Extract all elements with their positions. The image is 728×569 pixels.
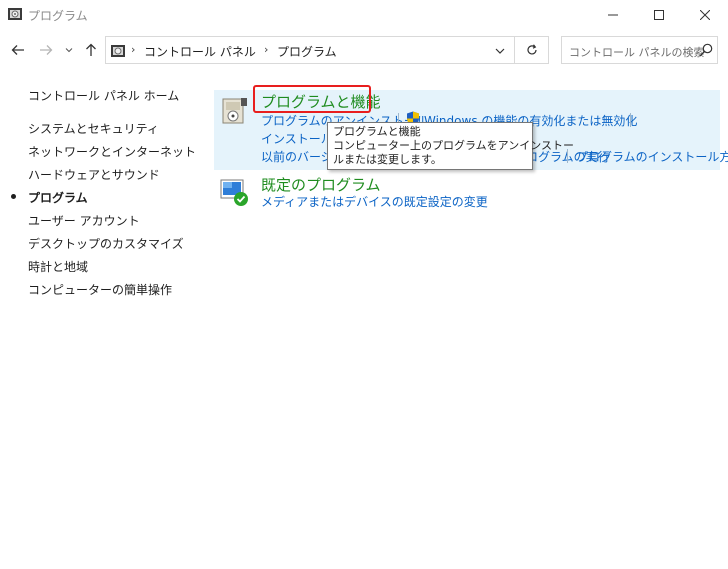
refresh-button[interactable] — [515, 36, 549, 64]
address-dropdown-button[interactable] — [490, 42, 510, 60]
close-icon — [700, 10, 710, 20]
sidebar-item-system-security[interactable]: システムとセキュリティ — [28, 120, 159, 137]
navigation-bar: › コントロール パネル › プログラム コントロール パネルの検索 — [0, 34, 728, 66]
title-bar: プログラム — [0, 0, 728, 30]
sidebar-item-control-panel-home[interactable]: コントロール パネル ホーム — [28, 87, 179, 104]
sidebar-item-clock-region[interactable]: 時計と地域 — [28, 258, 88, 275]
current-item-bullet — [11, 194, 16, 199]
sidebar-item-hardware-sound[interactable]: ハードウェアとサウンド — [28, 166, 160, 183]
link-separator — [630, 113, 631, 127]
how-to-install-link[interactable]: プログラムのインストール方法 — [576, 148, 728, 165]
close-button[interactable] — [682, 0, 728, 30]
sidebar-item-ease-of-access[interactable]: コンピューターの簡単操作 — [28, 281, 172, 298]
tooltip-line: ルまたは変更します。 — [333, 153, 442, 166]
recent-locations-button[interactable] — [62, 39, 76, 61]
sidebar-item-network-internet[interactable]: ネットワークとインターネット — [28, 143, 196, 160]
minimize-button[interactable] — [590, 0, 636, 30]
sidebar-item-programs[interactable]: プログラム — [28, 189, 88, 206]
chevron-down-icon — [495, 48, 505, 54]
breadcrumb-control-panel[interactable]: コントロール パネル — [144, 43, 256, 60]
tooltip-line: コンピューター上のプログラムをアンインストー — [333, 139, 575, 152]
forward-button[interactable] — [34, 39, 58, 61]
breadcrumb-programs[interactable]: プログラム — [277, 43, 337, 60]
control-panel-icon — [111, 45, 125, 57]
tooltip-title: プログラムと機能 — [333, 125, 421, 138]
refresh-icon — [526, 44, 537, 55]
address-bar[interactable]: › コントロール パネル › プログラム — [105, 36, 515, 64]
chevron-down-icon — [65, 48, 73, 53]
default-programs-title[interactable]: 既定のプログラム — [261, 174, 381, 195]
highlight-box — [253, 85, 371, 113]
sidebar-item-appearance[interactable]: デスクトップのカスタマイズ — [28, 235, 184, 252]
media-device-defaults-link[interactable]: メディアまたはデバイスの既定設定の変更 — [261, 193, 488, 210]
up-button[interactable] — [80, 39, 102, 61]
window-title: プログラム — [28, 9, 88, 23]
default-programs-icon — [220, 179, 248, 206]
tooltip: プログラムと機能 コンピューター上のプログラムをアンインストー ルまたは変更しま… — [327, 122, 575, 170]
search-icon[interactable] — [699, 43, 713, 57]
maximize-icon — [654, 10, 664, 20]
arrow-up-icon — [86, 43, 96, 56]
arrow-left-icon — [11, 45, 24, 55]
back-button[interactable] — [6, 39, 30, 61]
control-panel-app-icon — [8, 8, 22, 20]
sidebar-item-user-accounts[interactable]: ユーザー アカウント — [28, 212, 140, 229]
breadcrumb-separator: › — [264, 43, 269, 56]
breadcrumb-separator: › — [131, 43, 136, 56]
arrow-right-icon — [40, 45, 53, 55]
search-placeholder: コントロール パネルの検索 — [569, 46, 705, 59]
minimize-icon — [608, 14, 618, 16]
programs-features-icon — [222, 98, 247, 124]
maximize-button[interactable] — [636, 0, 682, 30]
search-box[interactable]: コントロール パネルの検索 — [561, 36, 718, 64]
